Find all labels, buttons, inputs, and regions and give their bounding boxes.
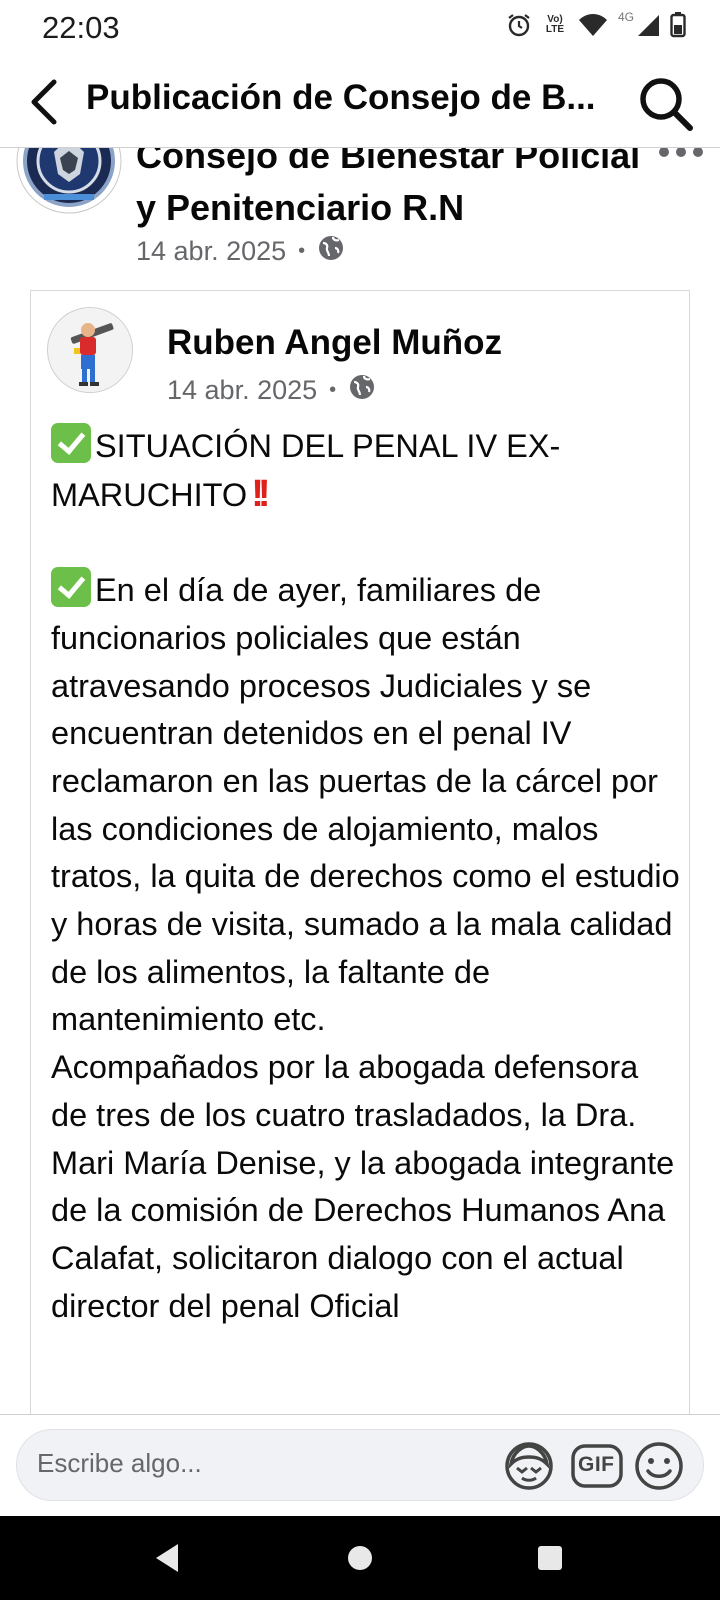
nav-back-button[interactable] xyxy=(148,1538,188,1578)
emoji-button[interactable] xyxy=(631,1438,687,1494)
page-name[interactable]: Consejo de Bienestar Policial y Penitenc… xyxy=(136,148,656,234)
back-triangle-icon xyxy=(148,1544,188,1582)
search-icon xyxy=(636,78,696,138)
page-avatar[interactable] xyxy=(16,148,122,214)
check-mark-emoji-icon xyxy=(51,423,91,463)
home-circle-icon xyxy=(340,1546,380,1582)
recents-square-icon xyxy=(530,1546,570,1582)
double-exclamation-emoji-icon: !! xyxy=(251,472,270,515)
signal-icon xyxy=(636,13,660,37)
more-options-button[interactable] xyxy=(656,148,706,164)
status-icons: Vo) LTE 4G xyxy=(506,10,686,38)
author-name[interactable]: Ruben Angel Muñoz xyxy=(167,323,502,363)
wifi-icon xyxy=(578,13,608,37)
nav-recents-button[interactable] xyxy=(530,1538,570,1578)
back-button[interactable] xyxy=(20,76,68,128)
shared-post-date[interactable]: 14 abr. 2025 xyxy=(167,375,317,406)
battery-icon xyxy=(670,12,686,38)
page-post-date[interactable]: 14 abr. 2025 xyxy=(136,236,286,267)
smiley-icon xyxy=(631,1442,687,1498)
meta-separator: • xyxy=(298,240,306,262)
comment-placeholder: Escribe algo... xyxy=(37,1448,202,1478)
post-feed[interactable]: Consejo de Bienestar Policial y Penitenc… xyxy=(0,148,720,1414)
status-bar: 22:03 Vo) LTE 4G xyxy=(0,0,720,56)
network-type-label: 4G xyxy=(617,10,634,24)
meta-separator: • xyxy=(329,379,337,401)
avatar-sticker-button[interactable] xyxy=(501,1438,557,1494)
page-title: Publicación de Consejo de B... xyxy=(86,78,596,117)
app-header: Publicación de Consejo de B... xyxy=(0,56,720,148)
comment-composer: Escribe algo... GIF xyxy=(0,1414,720,1516)
gif-button[interactable]: GIF xyxy=(569,1438,625,1494)
avatar-sticker-icon xyxy=(501,1442,557,1498)
globe-icon xyxy=(317,234,345,269)
page-post-meta: 14 abr. 2025 • xyxy=(136,234,345,269)
comment-input[interactable]: Escribe algo... GIF xyxy=(16,1429,704,1501)
post-heading: SITUACIÓN DEL PENAL IV EX-MARUCHITO xyxy=(51,428,561,513)
author-avatar[interactable] xyxy=(47,307,133,393)
shared-post-card[interactable]: Ruben Angel Muñoz 14 abr. 2025 • SITUACI… xyxy=(30,290,690,1414)
post-body: En el día de ayer, familiares de funcion… xyxy=(51,572,680,1324)
back-arrow-icon xyxy=(20,79,68,132)
more-icon xyxy=(656,148,706,168)
check-mark-emoji-icon xyxy=(51,567,91,608)
status-time: 22:03 xyxy=(42,10,120,45)
shared-post-meta: 14 abr. 2025 • xyxy=(167,373,376,408)
search-button[interactable] xyxy=(636,74,696,134)
nav-home-button[interactable] xyxy=(340,1538,380,1578)
gif-label: GIF xyxy=(578,1453,615,1476)
system-nav-bar xyxy=(0,1516,720,1600)
globe-icon xyxy=(348,373,376,408)
volte-bottom-label: LTE xyxy=(545,24,565,35)
alarm-icon xyxy=(506,12,532,38)
post-text: SITUACIÓN DEL PENAL IV EX-MARUCHITO!! En… xyxy=(51,423,681,1330)
volte-icon: Vo) LTE xyxy=(542,15,568,35)
